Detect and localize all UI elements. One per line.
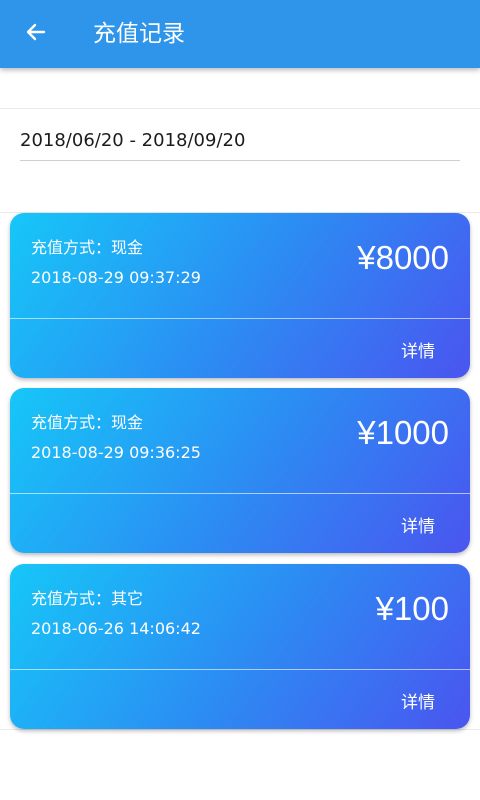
- app-header: 充值记录: [0, 0, 480, 68]
- arrow-left-icon: [24, 20, 48, 48]
- record-amount: ¥100: [375, 590, 449, 627]
- card-divider: [10, 318, 470, 319]
- detail-button[interactable]: 详情: [401, 512, 435, 537]
- date-filter-section: 2018/06/20 - 2018/09/20: [0, 109, 480, 213]
- payment-method: 充值方式：其它: [31, 589, 144, 608]
- card-divider: [10, 493, 470, 494]
- page-title: 充值记录: [93, 21, 185, 47]
- date-range-field[interactable]: 2018/06/20 - 2018/09/20: [20, 127, 460, 161]
- record-time: 2018-06-26 14:06:42: [31, 619, 201, 638]
- detail-button[interactable]: 详情: [401, 688, 435, 713]
- recharge-record-card: 充值方式：其它 2018-06-26 14:06:42 ¥100 详情: [10, 564, 470, 729]
- back-button[interactable]: [14, 16, 58, 52]
- recharge-record-card: 充值方式：现金 2018-08-29 09:37:29 ¥8000 详情: [10, 213, 470, 378]
- record-time: 2018-08-29 09:36:25: [31, 443, 201, 462]
- card-divider: [10, 669, 470, 670]
- record-amount: ¥1000: [357, 414, 449, 451]
- record-time: 2018-08-29 09:37:29: [31, 268, 201, 287]
- detail-button[interactable]: 详情: [401, 337, 435, 362]
- top-spacer: [0, 68, 480, 109]
- payment-method: 充值方式：现金: [31, 413, 144, 432]
- recharge-record-card: 充值方式：现金 2018-08-29 09:36:25 ¥1000 详情: [10, 388, 470, 553]
- payment-method: 充值方式：现金: [31, 238, 144, 257]
- record-amount: ¥8000: [357, 239, 449, 276]
- recharge-record-list: 充值方式：现金 2018-08-29 09:37:29 ¥8000 详情 充值方…: [0, 213, 480, 730]
